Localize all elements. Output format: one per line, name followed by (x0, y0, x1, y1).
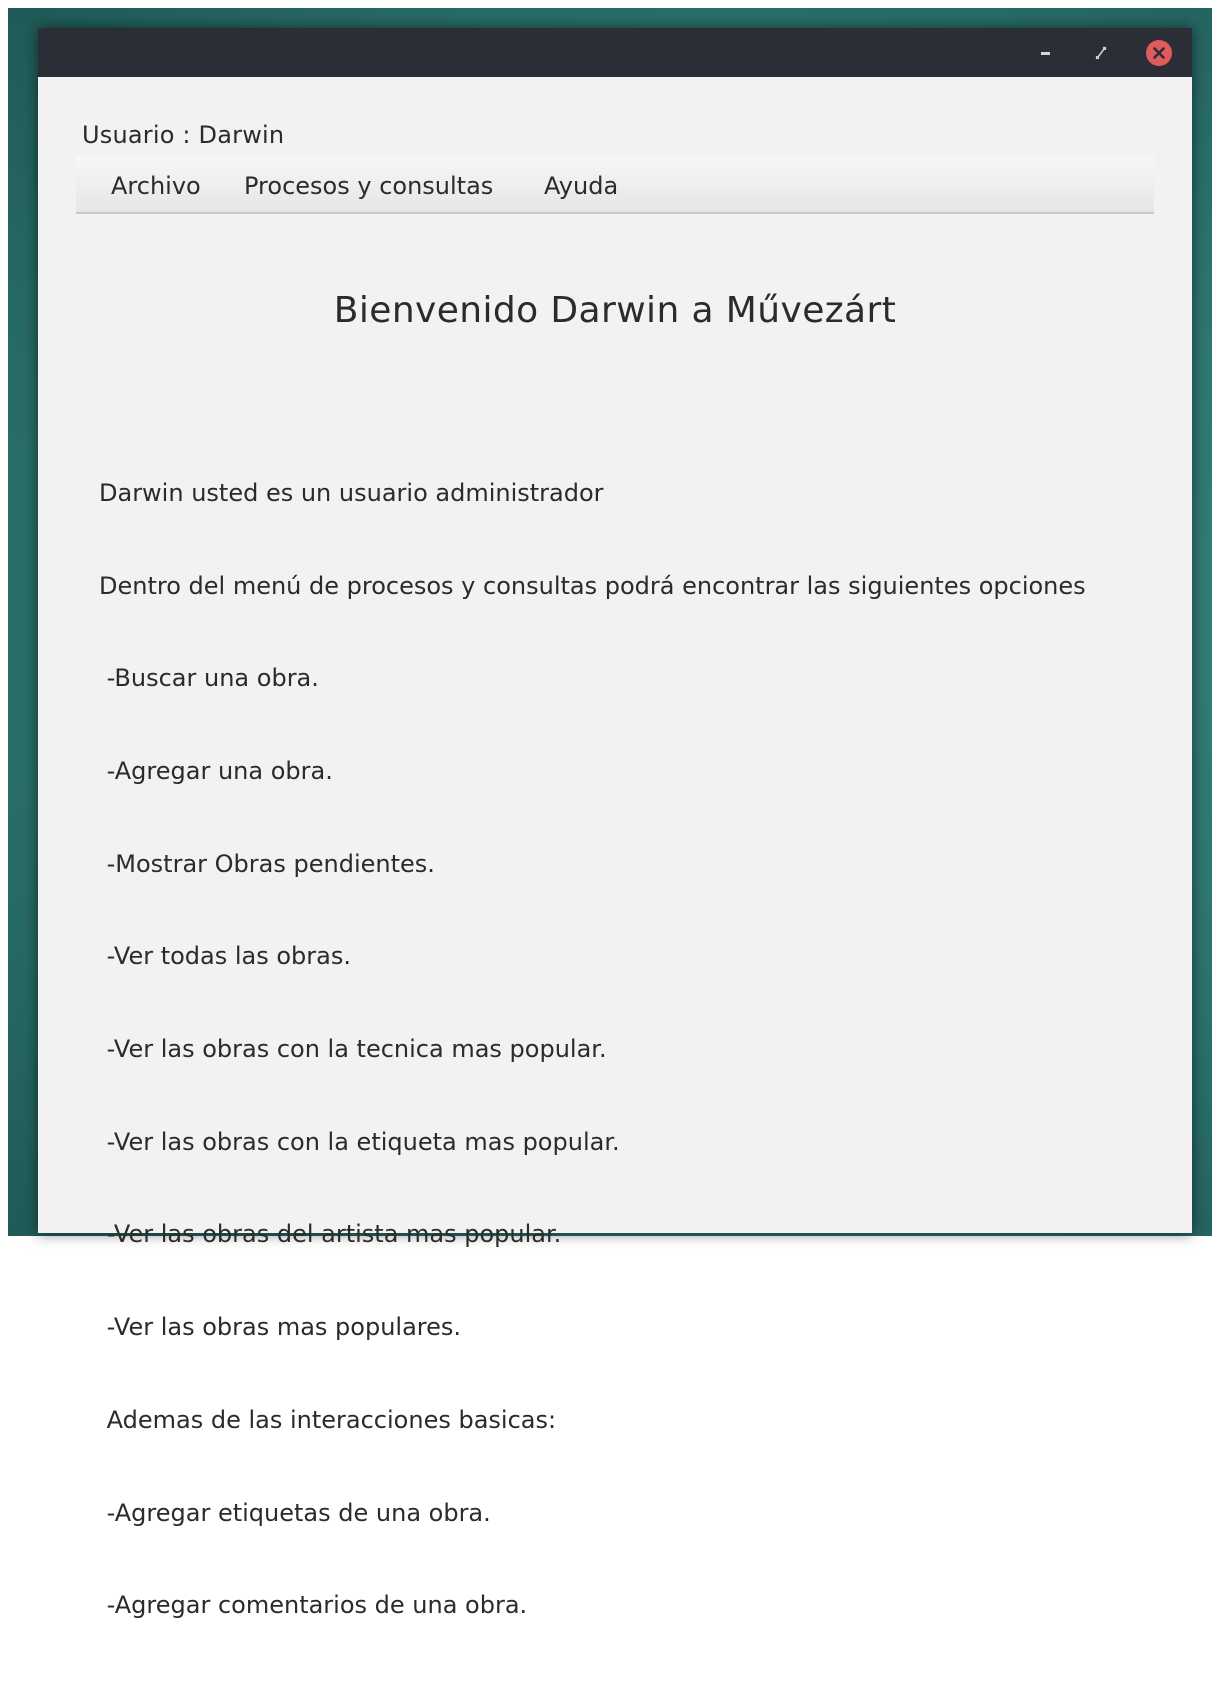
minimize-button[interactable] (1032, 40, 1058, 66)
info-line: -Ver las obras con la etiqueta mas popul… (99, 1127, 620, 1156)
maximize-button[interactable] (1088, 40, 1114, 66)
info-text: Darwin usted es un usuario administrador… (99, 416, 1086, 1683)
info-line: -Ver las obras del artista mas popular. (99, 1220, 562, 1249)
close-button[interactable] (1146, 40, 1172, 66)
info-line: Darwin usted es un usuario administrador (99, 478, 604, 507)
close-icon (1146, 40, 1172, 66)
welcome-title: Bienvenido Darwin a Művezárt (333, 290, 897, 331)
info-line: Ademas de las interacciones basicas: (99, 1405, 557, 1434)
minimize-icon (1041, 52, 1050, 55)
info-line: -Ver las obras con la tecnica mas popula… (99, 1035, 607, 1064)
info-line: -Buscar una obra. (99, 664, 319, 693)
info-line: -Mostrar Obras pendientes. (99, 849, 435, 878)
desktop: Usuario : Darwin Archivo Procesos y cons… (0, 0, 1212, 1619)
user-label: Usuario : Darwin (82, 121, 285, 149)
menu-ayuda[interactable]: Ayuda (544, 172, 618, 200)
menu-archivo[interactable]: Archivo (111, 172, 201, 200)
menu-procesos-y-consultas[interactable]: Procesos y consultas (244, 172, 493, 200)
info-line: Dentro del menú de procesos y consultas … (99, 571, 1086, 600)
maximize-icon (1095, 46, 1107, 60)
menu-bar: Archivo Procesos y consultas Ayuda (76, 156, 1154, 214)
info-line: -Agregar etiquetas de una obra. (99, 1498, 491, 1527)
title-bar[interactable] (38, 28, 1192, 77)
info-line: -Agregar comentarios de una obra. (99, 1591, 528, 1620)
info-line: -Ver las obras mas populares. (99, 1313, 462, 1342)
info-line: -Agregar una obra. (99, 756, 333, 785)
info-line: -Ver todas las obras. (99, 942, 351, 971)
app-window: Usuario : Darwin Archivo Procesos y cons… (38, 28, 1192, 1619)
